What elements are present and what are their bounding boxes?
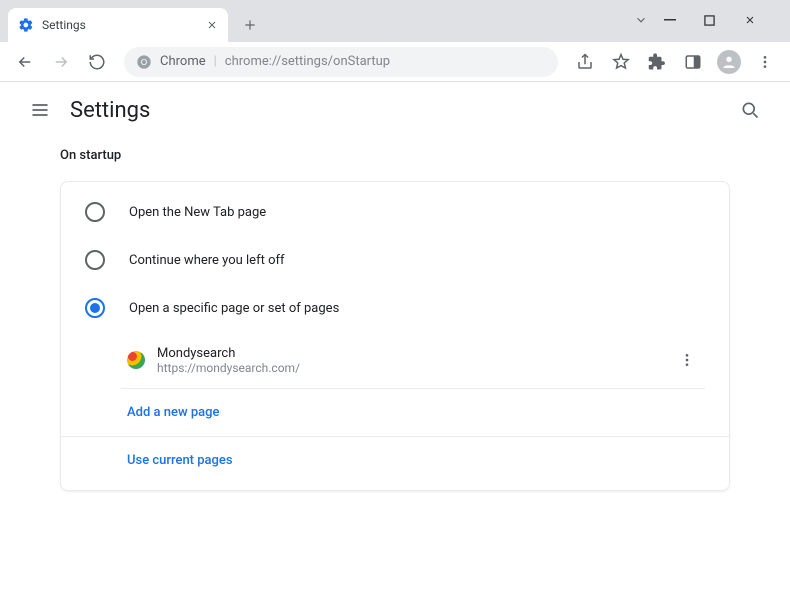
close-window-button[interactable] bbox=[744, 14, 774, 26]
menu-kebab-icon[interactable] bbox=[750, 47, 780, 77]
use-current-block: Use current pages bbox=[121, 437, 705, 484]
startup-page-row: Mondysearch https://mondysearch.com/ bbox=[121, 332, 705, 388]
search-icon[interactable] bbox=[730, 90, 770, 130]
reload-button[interactable] bbox=[82, 47, 112, 77]
bookmark-icon[interactable] bbox=[606, 47, 636, 77]
add-page-link[interactable]: Add a new page bbox=[121, 389, 705, 436]
radio-option-specific[interactable]: Open a specific page or set of pages bbox=[61, 284, 729, 332]
extensions-icon[interactable] bbox=[642, 47, 672, 77]
page-actions-kebab-icon[interactable] bbox=[669, 342, 705, 378]
section-title: On startup bbox=[60, 148, 730, 163]
omnibox-divider: | bbox=[214, 54, 217, 69]
browser-tab[interactable]: Settings bbox=[8, 8, 228, 42]
profile-avatar[interactable] bbox=[714, 47, 744, 77]
use-current-pages-link[interactable]: Use current pages bbox=[121, 437, 705, 484]
site-favicon-icon bbox=[127, 351, 145, 369]
radio-icon bbox=[85, 298, 105, 318]
settings-header: Settings bbox=[0, 82, 790, 138]
share-icon[interactable] bbox=[570, 47, 600, 77]
hamburger-menu-icon[interactable] bbox=[20, 90, 60, 130]
radio-icon bbox=[85, 202, 105, 222]
startup-page-url: https://mondysearch.com/ bbox=[157, 361, 657, 375]
new-tab-button[interactable] bbox=[236, 11, 264, 39]
window-controls bbox=[618, 0, 790, 40]
page-info: Mondysearch https://mondysearch.com/ bbox=[157, 346, 657, 375]
radio-label: Open the New Tab page bbox=[129, 205, 266, 220]
back-button[interactable] bbox=[10, 47, 40, 77]
startup-card: Open the New Tab page Continue where you… bbox=[60, 181, 730, 491]
radio-icon bbox=[85, 250, 105, 270]
maximize-button[interactable] bbox=[704, 15, 734, 26]
radio-label: Continue where you left off bbox=[129, 253, 285, 268]
sidepanel-icon[interactable] bbox=[678, 47, 708, 77]
minimize-button[interactable] bbox=[664, 14, 694, 26]
chevron-down-icon[interactable] bbox=[634, 13, 654, 27]
chrome-logo-icon bbox=[136, 54, 152, 70]
close-tab-icon[interactable] bbox=[206, 19, 218, 31]
omnibox-origin: Chrome bbox=[160, 54, 206, 69]
window-titlebar: Settings bbox=[0, 0, 790, 42]
page-title: Settings bbox=[70, 98, 150, 123]
radio-label: Open a specific page or set of pages bbox=[129, 301, 339, 316]
tab-title: Settings bbox=[42, 18, 198, 32]
forward-button[interactable] bbox=[46, 47, 76, 77]
radio-option-continue[interactable]: Continue where you left off bbox=[61, 236, 729, 284]
settings-content: On startup Open the New Tab page Continu… bbox=[0, 138, 790, 521]
startup-page-name: Mondysearch bbox=[157, 346, 657, 361]
radio-option-new-tab[interactable]: Open the New Tab page bbox=[61, 188, 729, 236]
browser-toolbar: Chrome | chrome://settings/onStartup bbox=[0, 42, 790, 82]
gear-icon bbox=[18, 17, 34, 33]
startup-pages-block: Mondysearch https://mondysearch.com/ Add… bbox=[121, 332, 705, 436]
omnibox-url: chrome://settings/onStartup bbox=[225, 54, 390, 69]
address-bar[interactable]: Chrome | chrome://settings/onStartup bbox=[124, 47, 558, 77]
